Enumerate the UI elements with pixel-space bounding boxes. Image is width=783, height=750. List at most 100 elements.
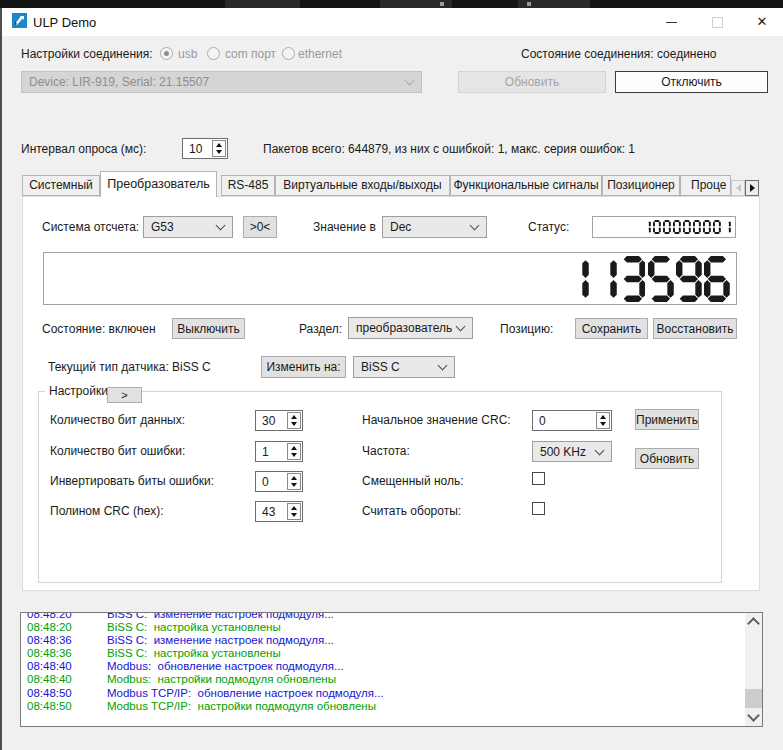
spinner-arrows[interactable] [287, 443, 301, 460]
arrow-right-icon [750, 184, 755, 192]
sensor-type-value: BiSS C [361, 360, 400, 374]
crc-init-label: Начальное значение CRC: [362, 413, 511, 428]
taskbar-icon [440, 2, 444, 6]
spinner-value: 0 [262, 475, 269, 489]
tab-processor[interactable]: Проце [680, 175, 731, 196]
titlebar: ULP Demo ✕ [0, 8, 783, 36]
refresh-button[interactable]: Обновить [458, 71, 606, 93]
count-turns-label: Считать обороты: [362, 504, 461, 519]
maximize-icon [712, 17, 723, 28]
log-time: 08:48:20 [27, 612, 72, 620]
chevron-down-icon [470, 221, 480, 231]
crc-init-spinner[interactable]: 0 [532, 410, 612, 431]
packets-stats-text: Пакетов всего: 644879, из них с ошибкой:… [263, 142, 635, 157]
apply-button[interactable]: Применить [635, 409, 699, 430]
taskbar-segment [225, 0, 300, 8]
offset-zero-label: Смещенный ноль: [362, 474, 464, 489]
radio-com-port[interactable] [207, 47, 220, 60]
crc-poly-spinner[interactable]: 43 [255, 501, 303, 522]
tab-scroll-left-button[interactable] [731, 180, 745, 196]
data-bits-label: Количество бит данных: [50, 413, 185, 428]
restore-position-button[interactable]: Восстановить [653, 318, 737, 339]
offset-zero-checkbox[interactable] [532, 472, 545, 485]
connection-settings-label: Настройки соединения: [21, 47, 153, 62]
tab-positioner[interactable]: Позиционер [602, 175, 680, 196]
section-select[interactable]: преобразователь [348, 317, 473, 339]
log-time: 08:48:36 [27, 634, 72, 646]
log-message: BiSS C: изменение настроек подмодуля... [107, 612, 334, 620]
log-message: Modbus: обновление настроек подмодуля... [107, 660, 344, 672]
save-position-button[interactable]: Сохранить [575, 318, 648, 339]
log-content: 08:48:20 BiSS C: изменение настроек подмо… [21, 612, 744, 713]
change-sensor-button[interactable]: Изменить на: [261, 356, 346, 378]
radio-ethernet-label: ethernet [298, 47, 342, 62]
scroll-up-button[interactable] [745, 613, 762, 630]
log-message: Modbus TCP/IP: настройки подмодуля обнов… [107, 700, 376, 712]
scroll-down-button[interactable] [745, 709, 762, 726]
status-display [592, 216, 736, 238]
log-message: Modbus: настройки подмодуля обновлены [107, 673, 336, 685]
value-in-label: Значение в [313, 220, 376, 235]
taskbar-icon [527, 2, 531, 6]
spinner-value: 10 [189, 142, 202, 156]
log-line: 08:48:20 BiSS C: изменение настроек подмо… [21, 612, 744, 621]
chevron-down-icon [438, 361, 448, 371]
log-line: 08:48:36BiSS C: изменение настроек подмо… [21, 634, 744, 647]
tab-system[interactable]: Системный [22, 175, 100, 196]
spinner-arrows[interactable] [287, 473, 301, 490]
chevron-down-icon [456, 322, 466, 332]
spinner-arrows[interactable] [287, 412, 301, 429]
spinner-value: 30 [262, 414, 275, 428]
tab-converter[interactable]: Преобразователь [100, 171, 217, 197]
tab-virtual-io[interactable]: Виртуальные входы/выходы [275, 175, 450, 196]
log-time: 08:48:36 [27, 647, 72, 659]
sensor-type-select[interactable]: BiSS C [353, 356, 455, 378]
log-line: 08:48:50Modbus TCP/IP: обновление настро… [21, 687, 744, 700]
update-button[interactable]: Обновить [635, 448, 699, 469]
chevron-down-icon [747, 709, 760, 722]
settings-group-label: Настройки [45, 384, 112, 399]
zero-button[interactable]: >0< [243, 216, 277, 238]
ref-system-value: G53 [151, 220, 174, 234]
device-select[interactable]: Device: LIR-919, Serial: 21.15507 [21, 71, 422, 93]
spinner-arrows[interactable] [596, 412, 610, 429]
spinner-arrows[interactable] [287, 503, 301, 520]
poll-interval-label: Интервал опроса (мс): [21, 142, 146, 157]
ref-system-select[interactable]: G53 [143, 216, 233, 238]
state-label: Состояние: включен [42, 322, 156, 337]
invert-error-bits-spinner[interactable]: 0 [255, 471, 303, 492]
spinner-up-icon[interactable] [213, 141, 225, 149]
tab-rs485[interactable]: RS-485 [221, 175, 275, 196]
count-turns-checkbox[interactable] [532, 502, 545, 515]
power-off-button[interactable]: Выключить [172, 318, 245, 339]
settings-expand-button[interactable]: > [107, 387, 142, 403]
scroll-thumb[interactable] [745, 689, 762, 708]
position-label: Позицию: [500, 322, 553, 337]
section-label: Раздел: [299, 322, 342, 337]
error-bits-spinner[interactable]: 1 [255, 441, 303, 462]
value-format-value: Dec [390, 220, 411, 234]
spinner-arrows[interactable] [212, 140, 226, 157]
radio-com-port-label: com порт [225, 47, 276, 62]
spinner-value: 1 [262, 445, 269, 459]
frequency-select[interactable]: 500 KHz [532, 441, 612, 462]
spinner-down-icon[interactable] [213, 149, 225, 157]
minimize-button[interactable] [661, 8, 683, 36]
invert-error-bits-label: Инвертировать биты ошибки: [50, 474, 214, 489]
log-time: 08:48:50 [27, 700, 72, 712]
log-message: BiSS C: настройка установлены [107, 621, 281, 633]
disconnect-button[interactable]: Отключить [615, 71, 768, 93]
poll-interval-spinner[interactable]: 10 [182, 138, 228, 159]
radio-ethernet[interactable] [282, 47, 295, 60]
data-bits-spinner[interactable]: 30 [255, 410, 303, 431]
log-box: 08:48:20 BiSS C: изменение настроек подмо… [20, 612, 763, 727]
value-format-select[interactable]: Dec [382, 216, 487, 238]
tab-scroll-right-button[interactable] [745, 180, 759, 196]
close-button[interactable]: ✕ [750, 8, 774, 36]
maximize-button[interactable] [706, 8, 728, 36]
log-scrollbar[interactable] [745, 613, 762, 726]
radio-usb[interactable] [160, 47, 173, 60]
tab-functional-signals[interactable]: Функциональные сигналы [450, 175, 602, 196]
background-taskbar-strip [0, 0, 783, 8]
main-display [43, 252, 737, 305]
